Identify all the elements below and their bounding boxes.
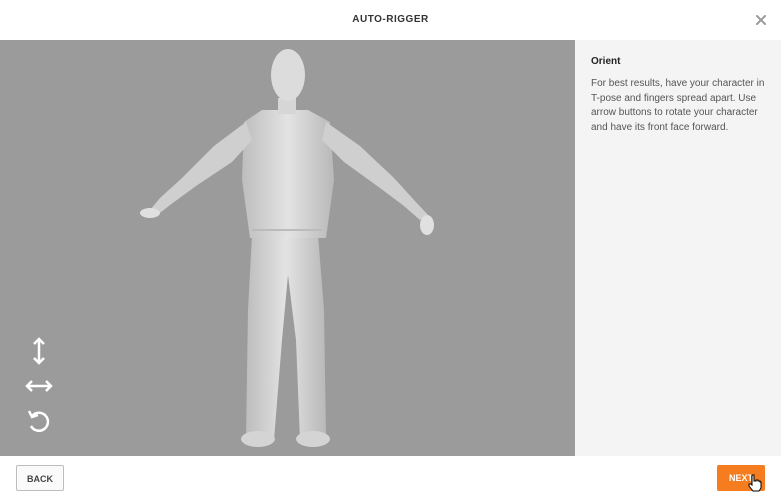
horizontal-arrows-icon[interactable] (24, 371, 54, 401)
panel-description: For best results, have your character in… (591, 78, 765, 133)
dialog-title: AUTO-RIGGER (352, 14, 429, 25)
instructions-panel: Orient For best results, have your chara… (575, 40, 781, 456)
rotate-icon[interactable] (24, 406, 54, 436)
close-icon[interactable] (753, 12, 769, 28)
panel-title: Orient (591, 56, 621, 67)
3d-viewport[interactable] (0, 40, 575, 456)
footer (0, 456, 781, 496)
back-button[interactable]: BACK (16, 465, 64, 491)
header: AUTO-RIGGER (0, 0, 781, 40)
vertical-arrows-icon[interactable] (24, 336, 54, 366)
hand-cursor-icon (748, 474, 762, 492)
character-model (140, 49, 434, 447)
